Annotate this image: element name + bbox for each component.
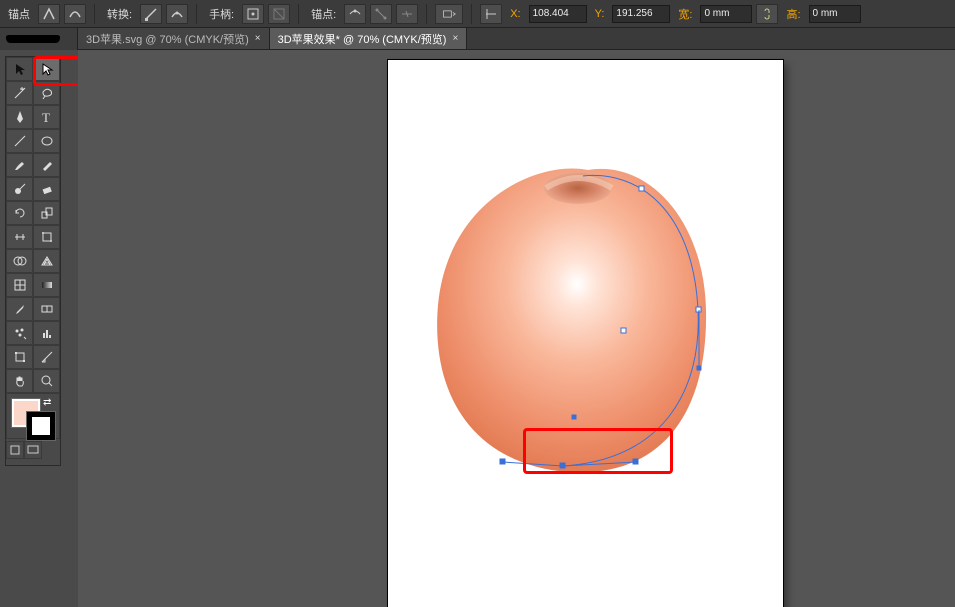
magic-wand-tool[interactable] xyxy=(6,81,33,105)
w-input[interactable] xyxy=(700,5,752,23)
width-tool[interactable] xyxy=(6,225,33,249)
ellipse-tool[interactable] xyxy=(33,129,60,153)
artboard-tool[interactable] xyxy=(6,345,33,369)
align-edge-button[interactable] xyxy=(480,4,502,24)
column-graph-tool[interactable] xyxy=(33,321,60,345)
w-label: 宽: xyxy=(674,6,696,22)
brush-preview-gadget[interactable] xyxy=(0,28,78,50)
document-tab-label: 3D苹果.svg @ 70% (CMYK/预览) xyxy=(86,31,249,47)
canvas-area[interactable] xyxy=(78,50,955,607)
x-input[interactable] xyxy=(529,5,587,23)
close-icon[interactable]: × xyxy=(452,33,458,44)
eraser-tool[interactable] xyxy=(33,177,60,201)
scale-tool[interactable] xyxy=(33,201,60,225)
swap-fill-stroke-icon[interactable]: ⇄ xyxy=(43,397,51,408)
y-label: Y: xyxy=(591,8,609,20)
artwork-svg xyxy=(388,60,783,607)
cut-path-button[interactable] xyxy=(396,4,418,24)
convert-to-corner-button[interactable] xyxy=(140,4,162,24)
draw-normal-button[interactable] xyxy=(6,441,24,459)
pen-tool[interactable] xyxy=(6,105,33,129)
y-input[interactable] xyxy=(612,5,670,23)
slice-tool[interactable] xyxy=(33,345,60,369)
svg-text:T: T xyxy=(42,110,50,124)
document-tab[interactable]: 3D苹果.svg @ 70% (CMYK/预览) × xyxy=(78,28,270,49)
line-segment-tool[interactable] xyxy=(6,129,33,153)
selection-tool[interactable] xyxy=(6,57,33,81)
close-icon[interactable]: × xyxy=(255,33,261,44)
isolate-button[interactable] xyxy=(435,4,463,24)
perspective-grid-tool[interactable] xyxy=(33,249,60,273)
document-tabs: 3D苹果.svg @ 70% (CMYK/预览) × 3D苹果效果* @ 70%… xyxy=(0,28,955,50)
tools-panel: T⇄ ╱ xyxy=(5,56,61,466)
free-transform-tool[interactable] xyxy=(33,225,60,249)
h-label: 高: xyxy=(782,6,804,22)
screen-mode-row xyxy=(6,441,60,459)
handle-hide-button[interactable] xyxy=(268,4,290,24)
pencil-tool[interactable] xyxy=(33,153,60,177)
x-label: X: xyxy=(506,8,524,20)
blend-tool[interactable] xyxy=(33,297,60,321)
connect-anchor-button[interactable] xyxy=(370,4,392,24)
apple-body[interactable] xyxy=(437,169,706,473)
control-bar: 锚点 转换: 手柄: 锚点: X: Y: 宽: 高: xyxy=(0,0,955,28)
stroke-swatch[interactable] xyxy=(27,412,55,440)
link-wh-button[interactable] xyxy=(756,4,778,24)
remove-anchor-button[interactable] xyxy=(344,4,366,24)
convert-label: 转换: xyxy=(103,6,136,22)
direct-selection-tool[interactable] xyxy=(33,57,60,81)
type-tool[interactable]: T xyxy=(33,105,60,129)
document-tab-label: 3D苹果效果* @ 70% (CMYK/预览) xyxy=(278,31,447,47)
handle-label: 手柄: xyxy=(205,6,238,22)
anchor-convert-smooth-button[interactable] xyxy=(64,4,86,24)
mesh-tool[interactable] xyxy=(6,273,33,297)
fill-stroke-swatch[interactable]: ⇄ xyxy=(6,393,60,439)
lasso-tool[interactable] xyxy=(33,81,60,105)
symbol-sprayer-tool[interactable] xyxy=(6,321,33,345)
handle-show-button[interactable] xyxy=(242,4,264,24)
paintbrush-tool[interactable] xyxy=(6,153,33,177)
convert-to-smooth-button[interactable] xyxy=(166,4,188,24)
document-tab[interactable]: 3D苹果效果* @ 70% (CMYK/预览) × xyxy=(270,28,468,49)
zoom-tool[interactable] xyxy=(33,369,60,393)
anchor-point-label: 锚点 xyxy=(4,6,34,22)
rotate-tool[interactable] xyxy=(6,201,33,225)
shape-builder-tool[interactable] xyxy=(6,249,33,273)
eyedropper-tool[interactable] xyxy=(6,297,33,321)
screen-mode-button[interactable] xyxy=(24,441,42,459)
anchor-convert-corner-button[interactable] xyxy=(38,4,60,24)
anchors-label: 锚点: xyxy=(307,6,340,22)
gradient-tool[interactable] xyxy=(33,273,60,297)
h-input[interactable] xyxy=(809,5,861,23)
blob-brush-tool[interactable] xyxy=(6,177,33,201)
hand-tool[interactable] xyxy=(6,369,33,393)
